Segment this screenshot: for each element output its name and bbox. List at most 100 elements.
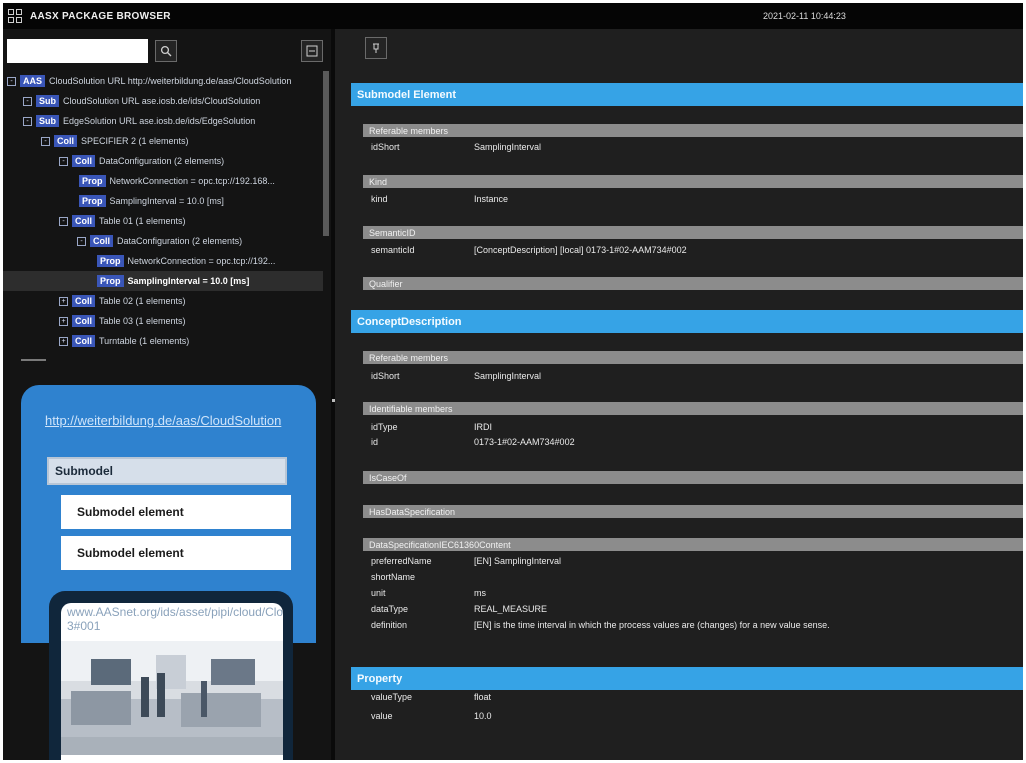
field-value[interactable]: 0173-1#02-AAM734#002 (474, 437, 575, 447)
field-label: definition (371, 619, 408, 630)
details-pane: Submodel Element Referable members idSho… (335, 29, 1023, 760)
node-label: DataConfiguration (2 elements) (99, 156, 225, 166)
asset-frame: www.AASnet.org/ids/asset/pipi/cloud/Clou… (49, 591, 293, 760)
search-toolbar (3, 29, 331, 71)
expand-icon[interactable]: + (59, 316, 68, 326)
node-type-badge: Prop (97, 275, 124, 287)
field-id: id 0173-1#02-AAM734#002 (371, 435, 1011, 448)
field-value[interactable]: SamplingInterval (474, 371, 541, 381)
node-type-badge: Prop (79, 195, 106, 207)
factory-photo (61, 641, 283, 755)
group-kind: Kind (363, 175, 1023, 188)
tree-scrollbar[interactable] (323, 71, 329, 236)
node-label: DataConfiguration (2 elements) (117, 236, 243, 246)
node-label: Turntable (1 elements) (99, 336, 190, 346)
node-label: SPECIFIER 2 (1 elements) (81, 136, 189, 146)
tree-node[interactable]: - Coll SPECIFIER 2 (1 elements) (3, 131, 323, 151)
node-type-badge: Sub (36, 115, 59, 127)
pin-icon (373, 43, 379, 53)
field-value[interactable]: [EN] SamplingInterval (474, 556, 561, 566)
group-semantic-id: SemanticID (363, 226, 1023, 239)
field-semantic-id: semanticId [ConceptDescription] [local] … (371, 243, 1011, 256)
tree-node[interactable]: Prop SamplingInterval = 10.0 [ms] (3, 191, 323, 211)
node-type-badge: Coll (72, 335, 95, 347)
asset-url: www.AASnet.org/ids/asset/pipi/cloud/Clou… (67, 605, 283, 633)
field-definition: definition [EN] is the time interval in … (371, 618, 1011, 631)
node-type-badge: Coll (72, 315, 95, 327)
tree-node[interactable]: - Coll Table 01 (1 elements) (3, 211, 323, 231)
tree-node[interactable]: - Sub CloudSolution URL ase.iosb.de/ids/Cl… (3, 91, 323, 111)
card-submodel-element: Submodel element (61, 536, 291, 570)
field-idshort: idShort SamplingInterval (371, 369, 1011, 382)
field-value[interactable]: ms (474, 588, 486, 598)
field-unit: unit ms (371, 586, 1011, 599)
field-value[interactable]: Instance (474, 194, 508, 204)
group-is-case-of: IsCaseOf (363, 471, 1023, 484)
field-value[interactable]: REAL_MEASURE (474, 604, 547, 614)
collapse-button[interactable] (301, 40, 323, 62)
collapse-icon[interactable]: - (41, 136, 50, 146)
node-type-badge: Coll (72, 295, 95, 307)
pin-button[interactable] (365, 37, 387, 59)
collapse-icon[interactable]: - (59, 216, 68, 226)
tree-node[interactable]: - Coll DataConfiguration (2 elements) (3, 231, 323, 251)
collapse-icon[interactable]: - (7, 76, 16, 86)
tree-node[interactable]: + Coll Table 03 (1 elements) (3, 311, 323, 331)
node-label: NetworkConnection = opc.tcp://192.168... (109, 176, 275, 186)
expand-icon[interactable]: + (59, 336, 68, 346)
node-label: Table 03 (1 elements) (99, 316, 186, 326)
group-qualifier: Qualifier (363, 277, 1023, 290)
collapse-icon[interactable]: - (23, 116, 32, 126)
field-label: kind (371, 193, 388, 204)
search-input[interactable] (7, 39, 148, 63)
node-label: NetworkConnection = opc.tcp://192... (127, 256, 276, 266)
tree-node[interactable]: Prop SamplingInterval = 10.0 [ms] (3, 271, 323, 291)
field-label: shortName (371, 571, 416, 582)
tree-node[interactable]: + Coll Turntable (1 elements) (3, 331, 323, 351)
tree-node[interactable]: + Coll Table 02 (1 elements) (3, 291, 323, 311)
node-label: CloudSolution URL http://weiterbildung.d… (49, 76, 292, 86)
app-window: AASX PACKAGE BROWSER 2021-02-11 10:44:23… (3, 3, 1023, 760)
collapse-icon[interactable]: - (59, 156, 68, 166)
node-type-badge: Prop (79, 175, 106, 187)
field-label: dataType (371, 603, 409, 614)
expand-icon[interactable]: + (59, 296, 68, 306)
group-referable: Referable members (363, 124, 1023, 137)
node-label: EdgeSolution URL ase.iosb.de/ids/EdgeSol… (63, 116, 256, 126)
search-button[interactable] (155, 40, 177, 62)
field-data-type: dataType REAL_MEASURE (371, 602, 1011, 615)
node-label: SamplingInterval = 10.0 [ms] (109, 196, 224, 206)
group-referable: Referable members (363, 351, 1023, 364)
field-value[interactable]: [ConceptDescription] [local] 0173-1#02-A… (474, 245, 687, 255)
node-type-badge: Coll (54, 135, 77, 147)
field-label: idShort (371, 370, 400, 381)
section-property: Property (351, 667, 1023, 690)
field-idtype: idType IRDI (371, 420, 1011, 433)
group-identifiable: Identifiable members (363, 402, 1023, 415)
timestamp: 2021-02-11 10:44:23 (763, 11, 846, 21)
node-type-badge: Coll (90, 235, 113, 247)
tree-node[interactable]: Prop NetworkConnection = opc.tcp://192... (3, 251, 323, 271)
field-value: value 10.0 (371, 709, 1011, 722)
tree-node[interactable]: - Coll DataConfiguration (2 elements) (3, 151, 323, 171)
field-value[interactable]: float (474, 692, 491, 702)
left-pane: - AAS CloudSolution URL http://weiterbildu… (3, 29, 331, 760)
card-url-link[interactable]: http://weiterbildung.de/aas/CloudSolutio… (45, 413, 295, 428)
collapse-icon[interactable]: - (77, 236, 86, 246)
field-idshort: idShort SamplingInterval (371, 140, 1011, 153)
field-value-type: valueType float (371, 690, 1011, 703)
tree-node[interactable]: Prop NetworkConnection = opc.tcp://192.16… (3, 171, 323, 191)
aas-preview-card: http://weiterbildung.de/aas/CloudSolutio… (21, 385, 316, 760)
field-value[interactable]: 10.0 (474, 711, 492, 721)
field-label: idType (371, 421, 398, 432)
aas-tree[interactable]: - AAS CloudSolution URL http://weiterbildu… (3, 71, 323, 365)
tree-hscrollbar[interactable] (21, 359, 46, 361)
tree-node[interactable]: - AAS CloudSolution URL http://weiterbildu… (3, 71, 323, 91)
field-value[interactable]: [EN] is the time interval in which the p… (474, 620, 830, 630)
group-iec61360: DataSpecificationIEC61360Content (363, 538, 1023, 551)
field-value[interactable]: SamplingInterval (474, 142, 541, 152)
collapse-icon[interactable]: - (23, 96, 32, 106)
app-grid-icon (8, 9, 22, 23)
tree-node[interactable]: - Sub EdgeSolution URL ase.iosb.de/ids/Edg… (3, 111, 323, 131)
field-value[interactable]: IRDI (474, 422, 492, 432)
